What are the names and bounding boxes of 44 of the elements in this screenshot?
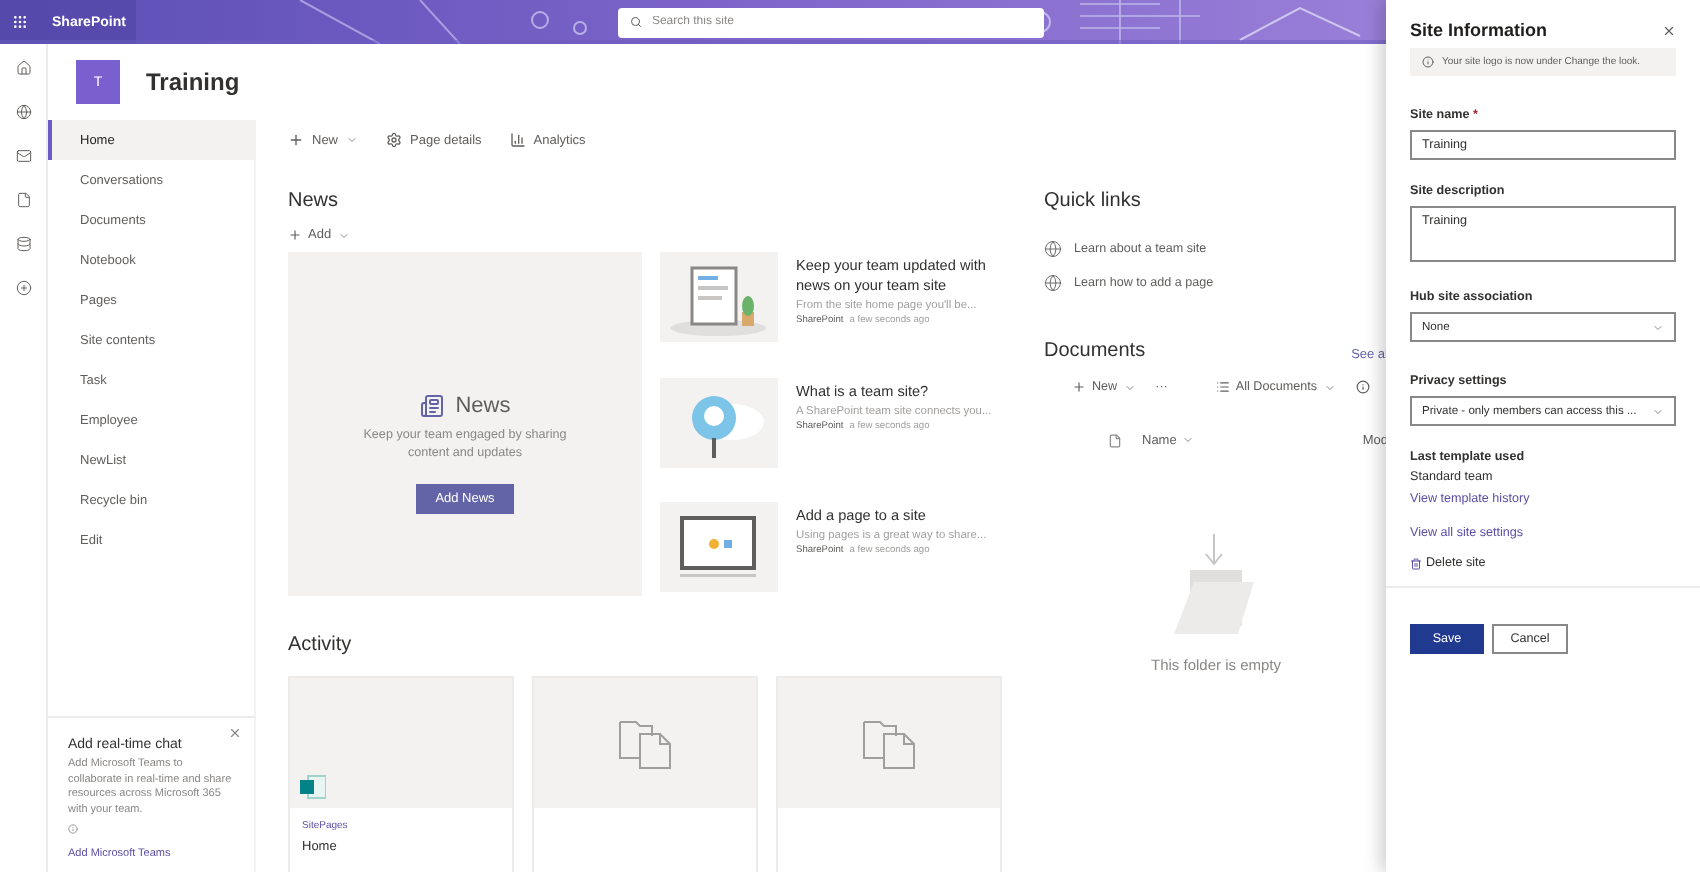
monitor-drawing bbox=[660, 502, 778, 593]
site-title: Training bbox=[146, 68, 240, 96]
chevron-icon bbox=[1123, 381, 1136, 393]
plus-icon bbox=[1072, 380, 1086, 394]
chevron-icon bbox=[337, 229, 350, 241]
globe-icon bbox=[1044, 240, 1062, 258]
lightbulb-drawing bbox=[660, 377, 778, 468]
section-title: Documents bbox=[1044, 340, 1146, 366]
home-icon[interactable] bbox=[15, 60, 31, 76]
info-icon bbox=[68, 824, 78, 834]
app-launcher-icon[interactable] bbox=[12, 14, 28, 30]
news-icon bbox=[419, 394, 444, 419]
panel-title: Site Information bbox=[1410, 20, 1548, 40]
list-icon bbox=[1215, 380, 1230, 394]
info-icon bbox=[1422, 56, 1434, 68]
placeholder-title: News bbox=[455, 394, 511, 419]
mail-icon[interactable] bbox=[15, 148, 31, 164]
section-title: Activity bbox=[288, 634, 354, 660]
chevron-icon bbox=[346, 134, 359, 146]
file-icon[interactable] bbox=[15, 192, 31, 208]
documents-icon bbox=[861, 717, 917, 769]
section-title: Quick links bbox=[1044, 190, 1143, 216]
close-icon[interactable] bbox=[1662, 23, 1676, 37]
chevron-icon bbox=[1652, 405, 1664, 417]
plus-icon bbox=[288, 132, 304, 148]
close-icon[interactable] bbox=[228, 726, 242, 741]
globe-icon[interactable] bbox=[15, 104, 31, 120]
chevron-icon bbox=[1652, 321, 1664, 333]
documents-icon bbox=[617, 717, 673, 769]
info-icon[interactable] bbox=[1355, 380, 1370, 394]
chevron-icon bbox=[1323, 381, 1336, 393]
plus-icon bbox=[288, 228, 302, 242]
trash-icon bbox=[1410, 557, 1422, 569]
add-icon[interactable] bbox=[15, 280, 31, 296]
settings-icon bbox=[386, 132, 403, 148]
globe-icon bbox=[1044, 274, 1062, 292]
chart-icon bbox=[509, 132, 526, 148]
section-title: News bbox=[288, 190, 341, 216]
chevron-icon bbox=[1182, 434, 1195, 446]
search-icon bbox=[629, 16, 642, 28]
database-icon[interactable] bbox=[15, 236, 31, 252]
file-type-icon bbox=[1108, 433, 1122, 447]
page-icon bbox=[300, 774, 326, 800]
tablet-drawing bbox=[660, 252, 778, 342]
